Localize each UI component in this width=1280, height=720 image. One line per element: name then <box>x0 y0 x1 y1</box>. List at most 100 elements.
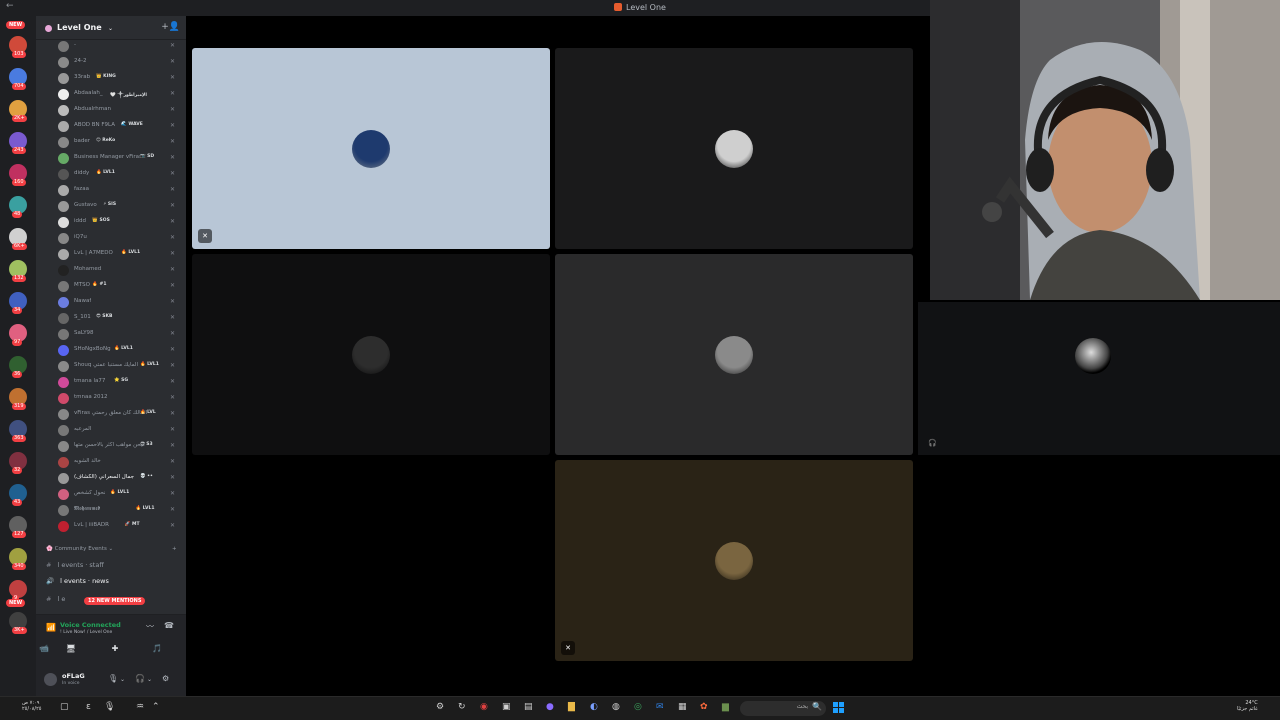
avatar <box>58 329 69 340</box>
participant-tile-1[interactable]: ✕ <box>192 48 550 249</box>
avatar[interactable] <box>44 673 57 686</box>
member-row[interactable]: SHoNgxBoNg 🔥 LVL1 ✕ <box>36 342 186 358</box>
weather-widget[interactable]: 24°C غائم جزئيًا <box>1237 700 1258 712</box>
member-row[interactable]: Shouq المايك مستنبا عمتي 🔥 LVL1 ✕ <box>36 358 186 374</box>
muted-mic-icon: ✕ <box>198 229 212 243</box>
member-row[interactable]: Abdualrhman ✕ <box>36 102 186 118</box>
notification-icon[interactable]: ▢ <box>60 702 69 712</box>
member-row[interactable]: vFiras المالك كان معلق رحمتي 🔥 LVL ✕ <box>36 406 186 422</box>
recorder-app-icon[interactable]: ◉ <box>480 702 488 712</box>
participant-tile-5[interactable]: ✕ <box>555 460 913 661</box>
soundboard-button[interactable]: 🎵 <box>141 644 173 658</box>
activities-button[interactable]: ✚ <box>99 644 131 658</box>
mic-icon[interactable]: 🎙 <box>108 674 118 683</box>
signal-icon[interactable]: 📶 <box>46 623 56 632</box>
member-row[interactable]: LvL | iiiBADR 🚀 MT ✕ <box>36 518 186 534</box>
participant-tile-3[interactable] <box>192 254 550 455</box>
member-row[interactable]: fazaa ✕ <box>36 182 186 198</box>
member-row[interactable]: MTSO 🔥 #1 ✕ <box>36 278 186 294</box>
windows-start-icon[interactable] <box>833 702 845 714</box>
mic-tray-icon[interactable]: 🎙 <box>104 702 115 712</box>
copilot-icon[interactable]: ✿ <box>700 702 708 712</box>
file-explorer-icon[interactable]: ▇ <box>568 702 575 712</box>
noise-suppression-icon[interactable]: 〰 <box>146 621 154 632</box>
chevron-down-icon[interactable]: ⌄ <box>120 676 125 683</box>
member-tag: 🚀 MT <box>124 522 140 527</box>
app-icon[interactable]: ↻ <box>458 702 466 712</box>
member-row[interactable]: Mohamed ✕ <box>36 262 186 278</box>
add-member-icon[interactable]: +👤 <box>161 22 180 32</box>
member-row[interactable]: المرعبه ✕ <box>36 422 186 438</box>
widgets-icon[interactable]: ▆ <box>722 702 729 712</box>
new-mentions-pill[interactable]: 12 NEW MENTIONS <box>84 597 146 605</box>
new-servers-pill[interactable]: NEW <box>6 21 26 29</box>
member-row[interactable]: LvL | A7MEDO 🔥 LVL1 ✕ <box>36 246 186 262</box>
taskbar: ٧:٠٩ ص ٢٥/٠٨/٢٥ ▢ ε 🎙 ♒ ⌃ ⚙ ↻ ◉ ▣ ▤ ● ▇ … <box>0 696 1280 720</box>
member-row[interactable]: tmnaa 2012 ✕ <box>36 390 186 406</box>
member-tag: 👑 KING <box>96 74 116 79</box>
chrome-icon[interactable]: ◎ <box>634 702 642 712</box>
store-icon[interactable]: ▦ <box>678 702 687 712</box>
chevron-down-icon[interactable]: ⌄ <box>147 676 152 683</box>
channel-events-other[interactable]: # l e <box>46 595 65 603</box>
member-row[interactable]: Gustavo ⚡ SIS ✕ <box>36 198 186 214</box>
channel-sidebar: Level One ⌄ +👤 - ✕ 24-2 ✕ 33rab 👑 KING ✕ Abdaal… <box>36 16 186 696</box>
app-icon[interactable]: ◐ <box>590 702 598 712</box>
user-status: In voice <box>62 681 80 686</box>
member-row[interactable]: ABOD BN F9LA 🌊 WAVE ✕ <box>36 118 186 134</box>
avatar <box>58 377 69 388</box>
settings-icon[interactable]: ⚙ <box>162 674 169 683</box>
member-row[interactable]: iddd 👑 SOS ✕ <box>36 214 186 230</box>
member-row[interactable]: Abdaalah_ 🤍 ༒الإمبراطور ✕ <box>36 86 186 102</box>
app-icon[interactable]: ▤ <box>524 702 533 712</box>
muted-mic-icon: ✕ <box>170 90 176 97</box>
username[interactable]: oFLaG <box>62 672 85 680</box>
member-row[interactable]: - ✕ <box>36 38 186 54</box>
screen-share-button[interactable]: 🖥 <box>55 644 87 658</box>
headset-icon[interactable]: 🎧 <box>135 674 145 683</box>
category-community-events[interactable]: 🌸 Community Events ⌄ + <box>46 546 177 552</box>
participant-tile-6[interactable]: 🎧 <box>918 302 1280 455</box>
voice-status[interactable]: Voice Connected <box>60 621 121 629</box>
language-icon[interactable]: ε <box>86 702 91 712</box>
system-clock[interactable]: ٧:٠٩ ص ٢٥/٠٨/٢٥ <box>22 700 41 712</box>
member-row[interactable]: S_101 😎 SKB ✕ <box>36 310 186 326</box>
tray-icon[interactable]: ♒ <box>136 702 144 712</box>
channel-events-news[interactable]: 🔊 l events · news <box>46 577 109 585</box>
member-name: bader <box>74 138 90 144</box>
channel-events-staff[interactable]: # l events · staff <box>46 561 104 569</box>
member-row[interactable]: Nawaf ✕ <box>36 294 186 310</box>
taskbar-search[interactable]: بحث 🔍 <box>740 701 826 716</box>
member-row[interactable]: 𝕸𝖔𝖍𝖆𝖒𝖒𝖊𝖉 🔥 LVL1 ✕ <box>36 502 186 518</box>
member-row[interactable]: bader 😊 ReKo ✕ <box>36 134 186 150</box>
member-row[interactable]: نحول كشخص 🔥 LVL1 ✕ <box>36 486 186 502</box>
new-servers-pill[interactable]: NEW <box>6 599 26 607</box>
voice-channel-path[interactable]: ! Live Now! / Level One <box>60 630 112 635</box>
member-row[interactable]: 33rab 👑 KING ✕ <box>36 70 186 86</box>
discord-app-icon[interactable]: ● <box>546 702 554 712</box>
add-channel-icon[interactable]: + <box>172 546 177 552</box>
participant-tile-2[interactable] <box>555 48 913 249</box>
app-icon[interactable]: ▣ <box>502 702 511 712</box>
member-row[interactable]: كيحن مواهب اكثر بالاحسن متها 😎 S3 ✕ <box>36 438 186 454</box>
member-row[interactable]: 24-2 ✕ <box>36 54 186 70</box>
chevron-up-icon[interactable]: ⌃ <box>152 702 160 712</box>
settings-app-icon[interactable]: ⚙ <box>436 702 444 712</box>
member-row[interactable]: diddy 🔥 LVL1 ✕ <box>36 166 186 182</box>
member-row[interactable]: (ألكشاف) جمال السعراني 💀 •• ✕ <box>36 470 186 486</box>
member-name: Nawaf <box>74 298 92 304</box>
muted-mic-icon: ✕ <box>170 314 176 321</box>
participant-tile-4[interactable] <box>555 254 913 455</box>
member-row[interactable]: iQ7u ✕ <box>36 230 186 246</box>
server-header[interactable]: Level One ⌄ +👤 <box>36 16 186 40</box>
muted-mic-icon: ✕ <box>170 234 176 241</box>
member-row[interactable]: SaLY98 ✕ <box>36 326 186 342</box>
mail-icon[interactable]: ✉ <box>656 702 664 712</box>
voice-connected-panel: 📶 Voice Connected ! Live Now! / Level On… <box>36 614 186 664</box>
member-row[interactable]: Business Manager vFiras 📷 SD ✕ <box>36 150 186 166</box>
member-row[interactable]: tmana la77 ⭐ SG ✕ <box>36 374 186 390</box>
disconnect-icon[interactable]: ☎ <box>164 621 174 630</box>
steam-icon[interactable]: ◍ <box>612 702 620 712</box>
chevron-down-icon[interactable]: ⌄ <box>108 25 113 32</box>
member-row[interactable]: خالد الشوبه ✕ <box>36 454 186 470</box>
